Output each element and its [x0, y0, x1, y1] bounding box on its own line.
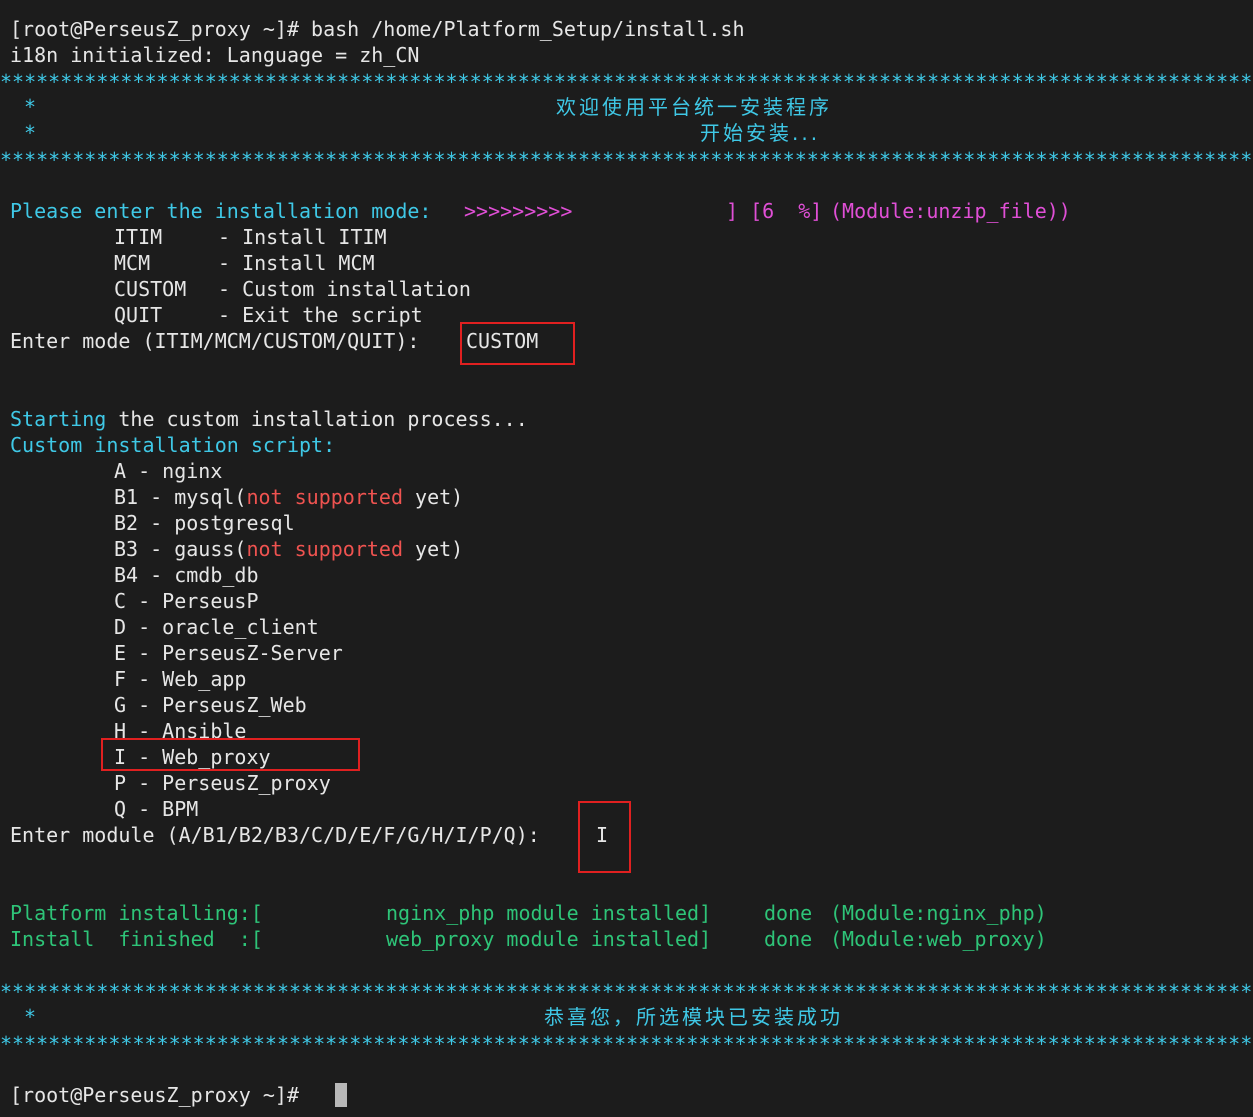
enter-module-value: I: [596, 823, 609, 847]
progress-module: (Module:unzip_file)): [830, 199, 1071, 223]
terminal-cursor[interactable]: [335, 1083, 347, 1107]
terminal-window[interactable]: [root@PerseusZ_proxy ~]# bash /home/Plat…: [0, 0, 1253, 1117]
success-star: *: [24, 1005, 37, 1029]
module-b4: B4 - cmdb_db: [114, 563, 259, 587]
enter-module-label: Enter module (A/B1/B2/B3/C/D/E/F/G/H/I/P…: [10, 823, 540, 847]
mode-prompt-label: Please enter the installation mode:: [10, 199, 432, 223]
banner-border-bottom: ****************************************…: [0, 148, 1253, 172]
mode-desc-itim: - Install ITIM: [218, 225, 387, 249]
platform-done: done: [764, 901, 813, 925]
mode-desc-custom: - Custom installation: [218, 277, 471, 301]
module-b3: B3 - gauss(not supported yet): [114, 536, 463, 562]
progress-arrows: >>>>>>>>>: [464, 199, 573, 223]
module-b1-post: yet): [403, 485, 464, 509]
i18n-line: i18n initialized: Language = zh_CN: [10, 43, 420, 67]
module-e: E - PerseusZ-Server: [114, 641, 343, 665]
module-d: D - oracle_client: [114, 615, 319, 639]
module-f: F - Web_app: [114, 667, 247, 691]
module-b2: B2 - postgresql: [114, 511, 295, 535]
command-line: [root@PerseusZ_proxy ~]# bash /home/Plat…: [10, 17, 745, 41]
starting-line: Starting the custom installation process…: [10, 406, 528, 432]
banner-border-top: ****************************************…: [0, 70, 1253, 94]
success-border-top: ****************************************…: [0, 980, 1253, 1004]
mode-key-mcm: MCM: [114, 251, 151, 275]
starting-word: Starting: [10, 407, 107, 431]
module-h: H - Ansible: [114, 719, 247, 743]
custom-script-label: Custom installation script:: [10, 433, 336, 457]
banner-title: 欢迎使用平台统一安装程序: [556, 95, 832, 119]
module-b3-warning: not supported: [246, 537, 403, 561]
install-finished-label: Install finished :[: [10, 927, 263, 951]
mode-desc-mcm: - Install MCM: [218, 251, 375, 275]
install-module: (Module:web_proxy): [830, 927, 1047, 951]
platform-installing-label: Platform installing:[: [10, 901, 263, 925]
module-a: A - nginx: [114, 459, 223, 483]
mode-desc-quit: - Exit the script: [218, 303, 423, 327]
module-b1: B1 - mysql(not supported yet): [114, 484, 463, 510]
module-b3-pre: B3 - gauss(: [114, 537, 247, 561]
platform-module: (Module:nginx_php): [830, 901, 1047, 925]
final-prompt: [root@PerseusZ_proxy ~]#: [10, 1083, 312, 1107]
module-q: Q - BPM: [114, 797, 199, 821]
progress-percent: ] [6 %]: [726, 199, 823, 223]
success-message: 恭喜您，所选模块已安装成功: [544, 1005, 843, 1029]
module-p: P - PerseusZ_proxy: [114, 771, 331, 795]
install-done: done: [764, 927, 813, 951]
banner-subtitle-cn: 开始安装...: [700, 121, 821, 145]
success-border-bottom: ****************************************…: [0, 1032, 1253, 1056]
module-b1-warning: not supported: [246, 485, 403, 509]
mode-key-itim: ITIM: [114, 225, 163, 249]
module-g: G - PerseusZ_Web: [114, 693, 307, 717]
mode-key-custom: CUSTOM: [114, 277, 187, 301]
starting-rest: the custom installation process...: [106, 407, 528, 431]
module-i: I - Web_proxy: [114, 745, 271, 769]
banner-star-1: *: [24, 95, 37, 119]
module-b1-pre: B1 - mysql(: [114, 485, 247, 509]
mode-key-quit: QUIT: [114, 303, 163, 327]
module-b3-post: yet): [403, 537, 464, 561]
banner-star-2: *: [24, 121, 37, 145]
install-finished-message: web_proxy module installed]: [386, 927, 712, 951]
enter-mode-label: Enter mode (ITIM/MCM/CUSTOM/QUIT):: [10, 329, 420, 353]
module-c: C - PerseusP: [114, 589, 259, 613]
platform-installing-message: nginx_php module installed]: [386, 901, 712, 925]
enter-mode-value: CUSTOM: [466, 329, 539, 353]
banner-subtitle: 开始安装...: [700, 120, 820, 146]
